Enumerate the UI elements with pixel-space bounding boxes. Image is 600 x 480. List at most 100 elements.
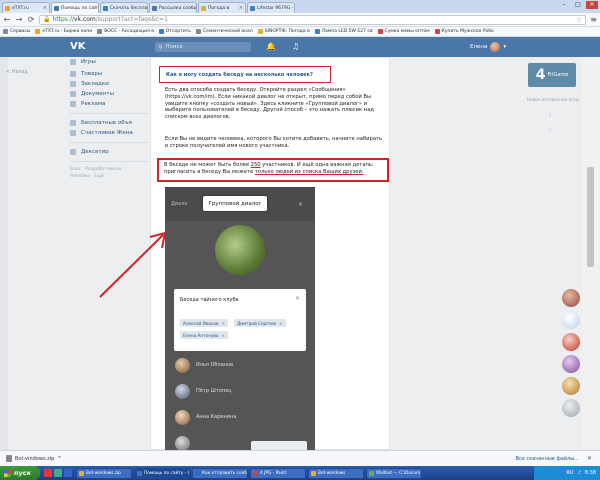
download-item[interactable]: Bot-vindows.zip ^ [6, 455, 62, 462]
url-scheme: https:// [52, 16, 74, 23]
tab-favicon-icon [152, 5, 157, 11]
taskbar-task[interactable]: Bot-windows [308, 467, 364, 479]
bookmark-item[interactable]: ВОСС - Ассоциация в [97, 29, 154, 34]
footer-link[interactable]: Реклама [70, 174, 90, 179]
bookmark-item[interactable]: SINOPTIK: Погода в [257, 29, 310, 34]
scroll-thumb[interactable] [587, 167, 594, 267]
speaker-icon[interactable]: ♪ [578, 470, 581, 476]
chevron-up-icon[interactable]: ^ [57, 456, 61, 462]
tab-close-icon[interactable]: × [238, 5, 243, 11]
bookmark-item[interactable]: Отсортить [158, 29, 191, 34]
windows-logo-icon [4, 469, 11, 477]
sidebar-item[interactable]: Реклама [70, 99, 150, 109]
url-input[interactable]: 🔒 https:// vk.com /support?act=faqs&c=1 … [39, 14, 587, 25]
bookmark-favicon-icon [314, 29, 320, 34]
footer-link[interactable]: Ещё [94, 174, 104, 179]
bookmark-item[interactable]: Лампа LED 5W E27 св [314, 29, 373, 34]
browser-tab-bar: eTXT.ru×Помощь по сайту×Скачать бесплатн… [0, 0, 600, 13]
browser-tab[interactable]: Скачать бесплатно Bot× [100, 2, 148, 13]
sidebar-item[interactable]: Дексетир [70, 147, 150, 157]
friend-avatar[interactable] [562, 377, 580, 395]
browser-tab[interactable]: eTXT.ru × [2, 2, 50, 13]
footer-link[interactable]: Разработчикам [85, 167, 121, 172]
page-scrollbar[interactable] [582, 57, 600, 450]
friend-avatar[interactable] [562, 355, 580, 373]
contact-avatar [175, 383, 190, 399]
chrome-icon[interactable] [54, 469, 62, 477]
taskbar-task[interactable]: Wallbot — C:\Docum [366, 467, 422, 479]
bookmark-label: ВОСС - Ассоциация в [104, 29, 154, 34]
sidebar-item-label: Игры [81, 59, 96, 65]
browser-tab[interactable]: Погода в × [198, 2, 246, 13]
sidebar-item[interactable]: Закладки [70, 79, 150, 89]
sidebar-item[interactable]: Счастливая Жена [70, 128, 150, 138]
bell-icon[interactable]: 🔔 [266, 42, 276, 52]
bookmark-favicon-icon [97, 29, 103, 34]
skype-icon[interactable] [64, 469, 72, 477]
browser-menu-icon[interactable]: ≡ [590, 15, 597, 24]
group-avatar [215, 225, 265, 275]
language-indicator[interactable]: RU [566, 470, 573, 476]
bookmark-item[interactable]: eTXT.ru - Биржа копи [35, 29, 92, 34]
friend-avatar[interactable] [562, 399, 580, 417]
close-downloads-icon[interactable]: ✕ [587, 455, 592, 462]
tab-favicon-icon [5, 5, 10, 11]
friend-avatar[interactable] [562, 289, 580, 307]
tab-label: Погода в [208, 5, 230, 11]
taskbar-task[interactable]: Bot-windows.zip [76, 467, 132, 479]
sidebar-item[interactable]: Товары [70, 69, 150, 79]
browser-tab[interactable]: Помощь по сайту× [51, 2, 99, 13]
sidebar-item[interactable]: Игры [70, 57, 150, 67]
sidebar-footer: Блог Разработчикам Реклама Ещё [70, 166, 150, 180]
music-icon[interactable]: ♫ [292, 42, 299, 52]
friend-avatar[interactable] [562, 333, 580, 351]
forward-arrow-icon[interactable]: → [15, 15, 23, 24]
sidebar-item-label: Товары [81, 71, 103, 77]
back-link[interactable]: < Назад [6, 69, 28, 75]
bookmark-label: SINOPTIK: Погода в [264, 29, 310, 34]
bookmark-star-icon[interactable]: ☆ [576, 16, 582, 24]
arrow-down-icon: ⇩ [548, 127, 553, 133]
bookmark-item[interactable]: Купить Мужская Робо [434, 29, 494, 34]
minimize-button[interactable]: – [558, 1, 570, 9]
recipient-chip: Елена Антонова × [180, 331, 228, 339]
browser-tab[interactable]: Рассылка сообщений Виспа× [149, 2, 197, 13]
task-label: Bot-windows.zip [86, 470, 121, 476]
bookmark-item[interactable]: Сумка мамы оптом [377, 29, 430, 34]
question-title[interactable]: Как я могу создать беседу на несколько ч… [166, 72, 313, 78]
task-app-icon [253, 470, 258, 476]
maximize-button[interactable]: □ [572, 1, 584, 9]
sidebar-item[interactable]: Бесплатные объя [70, 118, 150, 128]
answer-paragraph-1: Есть два способа создать беседу. Откройт… [165, 87, 374, 121]
reload-icon[interactable]: ⟳ [27, 15, 35, 24]
sidebar-item-icon [70, 101, 76, 107]
p3-num: 250 [250, 162, 261, 168]
opera-icon[interactable] [44, 469, 52, 477]
friend-avatar[interactable] [562, 311, 580, 329]
footer-link[interactable]: Блог [70, 167, 81, 172]
taskbar-task[interactable]: Помощь по сайту - G [134, 467, 190, 479]
taskbar-task[interactable]: Как отправить сооб [192, 467, 248, 479]
contact-row: Илья Обланов [175, 355, 305, 375]
browser-tab[interactable]: Lifestar 9679G - прогр× [247, 2, 295, 13]
quick-launch [40, 469, 76, 477]
chip-remove-icon: × [221, 332, 225, 338]
back-arrow-icon[interactable]: ← [3, 15, 11, 24]
close-window-button[interactable]: ✕ [586, 1, 598, 9]
bookmark-item[interactable]: Сервисы [3, 29, 30, 34]
show-all-downloads-link[interactable]: Все скачанные файлы... [516, 456, 579, 462]
bookmarks-bar: Сервисы eTXT.ru - Биржа копи ВОСС - Ассоци… [0, 27, 600, 37]
tab-close-icon[interactable]: × [42, 5, 47, 11]
search-input[interactable]: ⚲ Поиск [155, 42, 251, 52]
taskbar-task[interactable]: 4 JPG - Paint [250, 467, 306, 479]
bookmark-item[interactable]: Семантический анал [195, 29, 253, 34]
bookmark-favicon-icon [158, 29, 164, 34]
sidebar-item[interactable]: Документы [70, 89, 150, 99]
contact-avatar [175, 435, 190, 451]
user-menu[interactable]: Елена ▾ [470, 42, 506, 52]
start-button[interactable]: пуск [0, 466, 40, 480]
sidebar-item-label: Бесплатные объя [81, 120, 132, 126]
answer-paragraph-3: В беседе не может быть более 250 участни… [164, 162, 386, 176]
vk-logo[interactable]: VK [70, 41, 86, 53]
game-promo[interactable]: 4 FriGame [528, 63, 576, 87]
